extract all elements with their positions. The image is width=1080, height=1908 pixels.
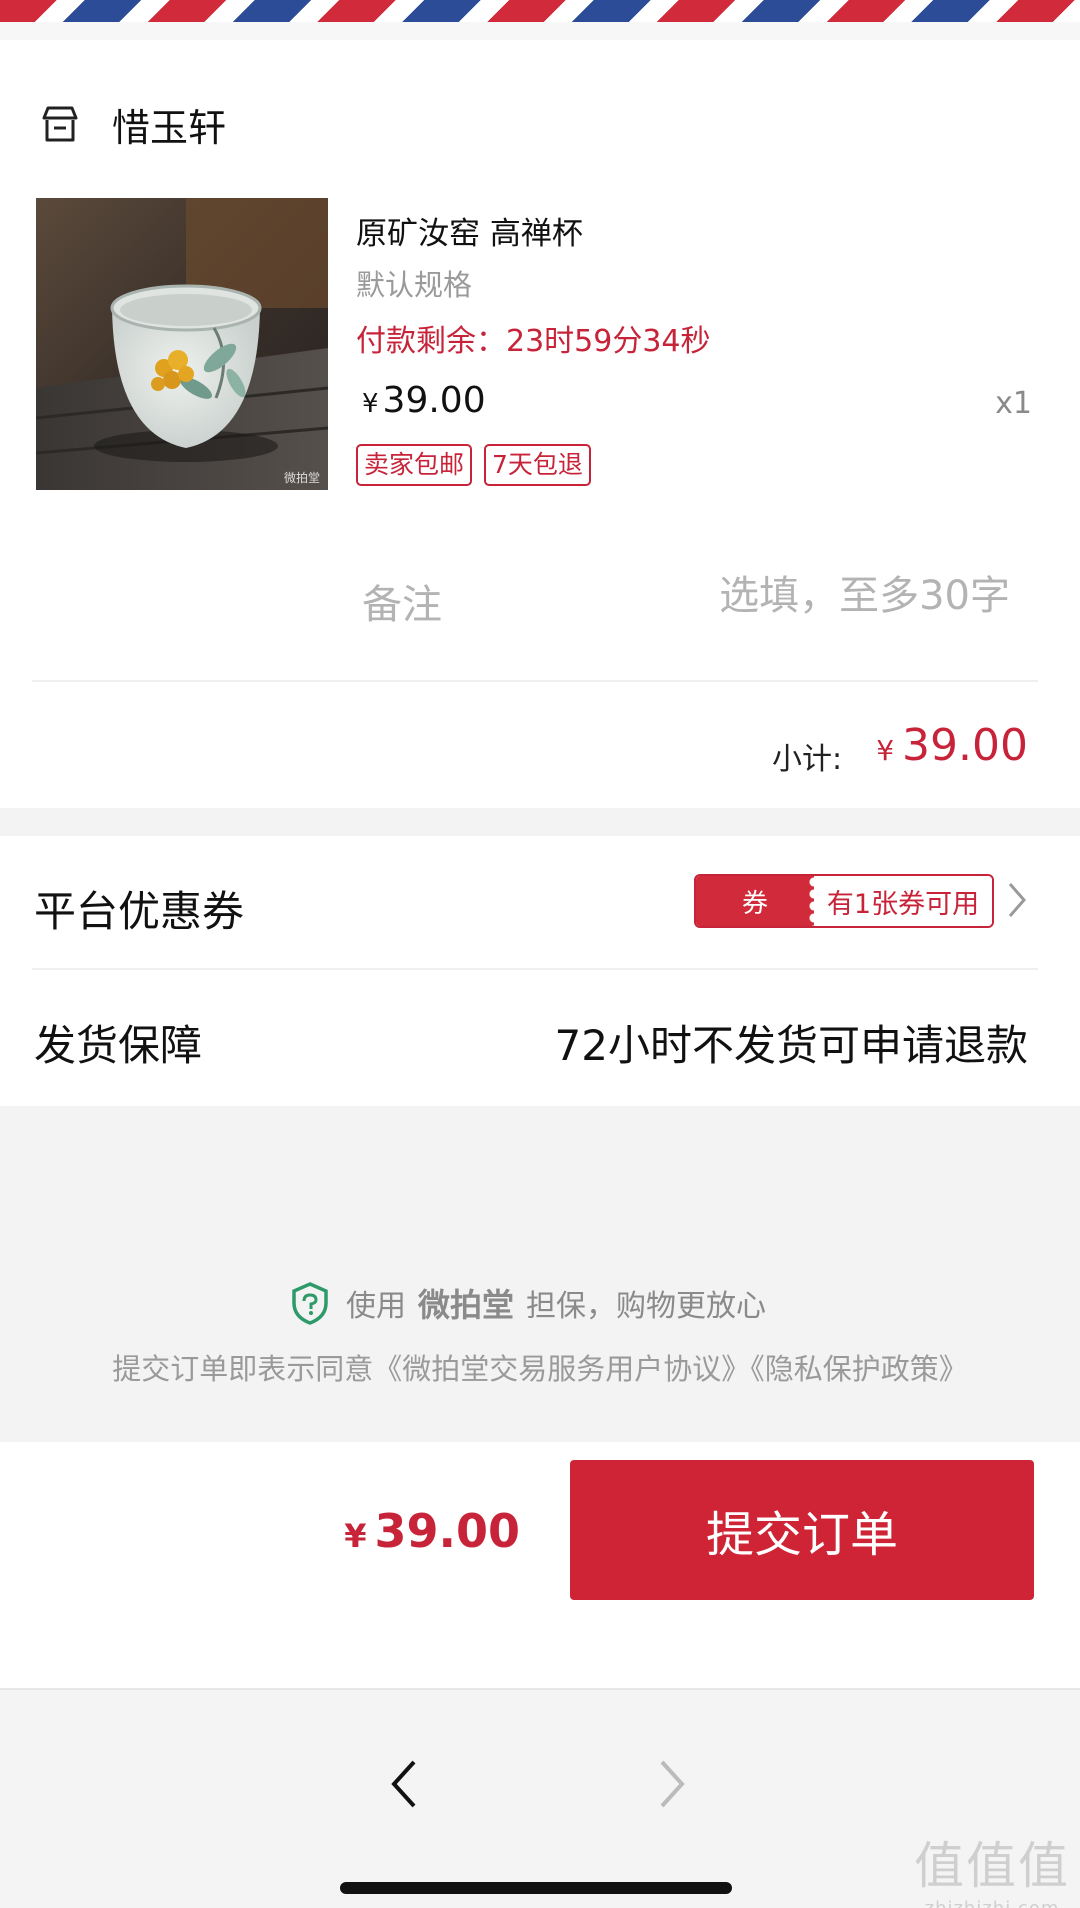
forward-arrow-icon[interactable] xyxy=(652,1754,692,1814)
divider xyxy=(32,680,1038,682)
shipping-guarantee-value: 72小时不发货可申请退款 xyxy=(554,1021,1028,1070)
submit-bar: ¥ 39.00 提交订单 xyxy=(0,1442,1080,1688)
image-watermark: 微拍堂 xyxy=(283,471,320,485)
divider xyxy=(32,968,1038,970)
submit-order-button[interactable]: 提交订单 xyxy=(570,1460,1034,1600)
back-arrow-icon[interactable] xyxy=(384,1754,424,1814)
coupon-selector[interactable]: 券 有1张券可用 xyxy=(694,874,994,928)
product-spec: 默认规格 xyxy=(356,268,473,302)
coupon-available-text: 有1张券可用 xyxy=(814,876,992,926)
assurance-suffix: 担保，购物更放心 xyxy=(526,1289,767,1324)
total-amount: 39.00 xyxy=(374,1504,520,1558)
remark-input[interactable] xyxy=(640,568,1010,624)
store-icon xyxy=(42,106,78,142)
watermark-domain: zhizhizhi.com xyxy=(914,1898,1070,1908)
shield-icon xyxy=(292,1282,328,1325)
coupon-badge-icon: 券 xyxy=(696,876,820,926)
site-watermark: 值值值 zhizhizhi.com xyxy=(914,1826,1070,1908)
assurance-brand: 微拍堂 xyxy=(418,1286,515,1324)
shop-name: 惜玉轩 xyxy=(112,105,227,150)
service-tags: 卖家包邮 7天包退 xyxy=(356,444,591,486)
remark-label: 备注 xyxy=(362,582,442,628)
assurance-prefix: 使用 xyxy=(346,1289,406,1324)
product-image[interactable]: 微拍堂 xyxy=(36,198,328,490)
page-top-spacer xyxy=(0,22,1080,40)
product-quantity: x1 xyxy=(995,386,1032,421)
subtotal-value: ¥ 39.00 xyxy=(876,720,1028,771)
subtotal-amount: 39.00 xyxy=(902,720,1028,771)
total-price: ¥ 39.00 xyxy=(344,1504,520,1558)
currency-symbol: ¥ xyxy=(362,389,379,419)
order-shop-card: 惜玉轩 微拍堂 原矿汝窑 高禅杯 默认规格 付款剩余：23时59分34秒 ¥ 3… xyxy=(0,40,1080,808)
payment-countdown: 付款剩余：23时59分34秒 xyxy=(356,324,711,359)
product-price: ¥ 39.00 xyxy=(362,380,486,421)
assurance-notice: 使用 微拍堂 担保，购物更放心 xyxy=(290,1280,766,1326)
subtotal-label: 小计: xyxy=(772,742,843,777)
chevron-right-icon[interactable] xyxy=(1004,880,1030,920)
coupon-label: 平台优惠券 xyxy=(34,887,245,936)
currency-symbol: ¥ xyxy=(344,1517,367,1555)
currency-symbol: ¥ xyxy=(876,734,895,767)
agreement-text[interactable]: 提交订单即表示同意《微拍堂交易服务用户协议》《隐私保护政策》 xyxy=(0,1346,1080,1388)
airmail-border xyxy=(0,0,1080,22)
order-info-card: 平台优惠券 券 有1张券可用 发货保障 72小时不发货可申请退款 xyxy=(0,836,1080,1106)
shipping-guarantee-label: 发货保障 xyxy=(34,1021,203,1070)
return-policy-tag: 7天包退 xyxy=(484,444,591,486)
product-title[interactable]: 原矿汝窑 高禅杯 xyxy=(356,208,583,253)
watermark-chars: 值值值 xyxy=(914,1837,1070,1895)
teacup-illustration xyxy=(36,198,328,490)
home-indicator[interactable] xyxy=(340,1882,732,1894)
shop-header[interactable]: 惜玉轩 xyxy=(38,94,226,154)
product-price-value: 39.00 xyxy=(382,380,486,421)
browser-nav-bar: 值值值 zhizhizhi.com xyxy=(0,1688,1080,1908)
free-shipping-tag: 卖家包邮 xyxy=(356,444,473,486)
